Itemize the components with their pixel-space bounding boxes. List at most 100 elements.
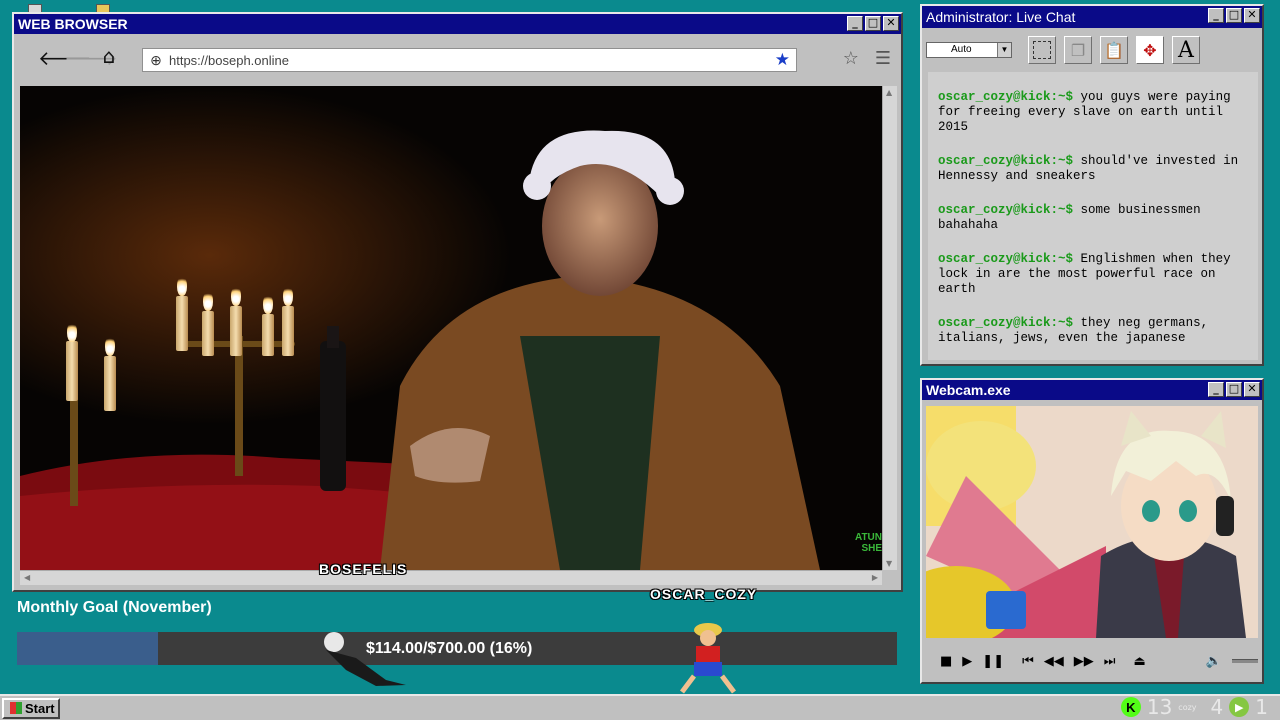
chat-username: oscar_cozy@kick:~$ bbox=[938, 203, 1074, 217]
candelabra bbox=[235, 336, 243, 476]
sprite-runner bbox=[324, 632, 406, 686]
sprite-fighter bbox=[680, 623, 736, 694]
hamburger-menu-icon[interactable]: ☰ bbox=[875, 48, 891, 69]
vertical-scrollbar[interactable]: ▲ ▼ bbox=[882, 86, 897, 570]
candle-flame bbox=[283, 286, 293, 306]
candle bbox=[282, 306, 294, 356]
goal-amount: $114.00/$700.00 (16%) bbox=[366, 640, 533, 657]
streamer-tag: BOSEFELIS bbox=[319, 561, 408, 577]
webcam-titlebar[interactable]: Webcam.exe _ □ ✕ bbox=[922, 380, 1262, 400]
pause-icon[interactable]: ❚❚ bbox=[982, 654, 1004, 669]
browser-window: WEB BROWSER _ □ ✕ 🡐 🡒 ⌂ ⊕ https://boseph… bbox=[12, 12, 903, 592]
candle-flame bbox=[105, 336, 115, 356]
back-arrow-icon[interactable]: 🡐 bbox=[38, 46, 92, 70]
cozy-logo: cozy bbox=[1178, 702, 1197, 712]
volume-icon[interactable]: 🔈 bbox=[1206, 654, 1222, 669]
candle-flame bbox=[263, 294, 273, 314]
rumble-logo-icon: ▶ bbox=[1229, 697, 1250, 717]
star-filled-icon[interactable]: ★ bbox=[775, 50, 790, 70]
dotted-select-icon[interactable] bbox=[1028, 36, 1056, 64]
candle-flame bbox=[177, 276, 187, 296]
candle-flame bbox=[67, 322, 77, 342]
taskbar: Start bbox=[0, 694, 1280, 720]
start-label: Start bbox=[25, 701, 55, 716]
other-viewer-count: 1 bbox=[1255, 695, 1268, 719]
minimize-button[interactable]: _ bbox=[1208, 382, 1224, 397]
candelabra bbox=[70, 386, 78, 506]
candle-flame bbox=[203, 291, 213, 311]
minimize-button[interactable]: _ bbox=[1208, 8, 1224, 23]
close-button[interactable]: ✕ bbox=[883, 16, 899, 31]
system-tray: K 13 cozy 4 ▶ 1 bbox=[1120, 694, 1280, 720]
chat-message: oscar_cozy@kick:~$ Englishmen when they … bbox=[938, 252, 1250, 297]
font-size-value: Auto bbox=[951, 44, 972, 55]
goal-title: Monthly Goal (November) bbox=[17, 599, 212, 616]
rewind-icon[interactable]: ◀◀ bbox=[1044, 654, 1064, 669]
play-icon[interactable]: ▶ bbox=[962, 654, 972, 669]
webcam-view bbox=[926, 406, 1258, 638]
home-icon[interactable]: ⌂ bbox=[96, 44, 122, 68]
media-controls: ■ ▶ ❚❚ ⏮ ◀◀ ▶▶ ⏭ ⏏ 🔈 bbox=[926, 644, 1258, 678]
webcam-title: Webcam.exe bbox=[926, 382, 1011, 398]
stop-icon[interactable]: ■ bbox=[940, 654, 952, 669]
chat-username: oscar_cozy@kick:~$ bbox=[938, 90, 1074, 104]
candle bbox=[202, 311, 214, 356]
browser-navbar: 🡐 🡒 ⌂ ⊕ https://boseph.online ★ ☆ ☰ bbox=[18, 36, 897, 80]
maximize-button[interactable]: □ bbox=[1226, 8, 1242, 23]
skip-back-icon[interactable]: ⏮ bbox=[1022, 654, 1034, 669]
eject-icon[interactable]: ⏏ bbox=[1134, 654, 1146, 669]
font-icon[interactable]: A bbox=[1172, 36, 1200, 64]
close-button[interactable]: ✕ bbox=[1244, 382, 1260, 397]
candle bbox=[66, 341, 78, 401]
copy-icon[interactable]: ❐ bbox=[1064, 36, 1092, 64]
video-watermark: ATUN SHE bbox=[854, 532, 882, 554]
horizontal-scrollbar[interactable]: ◀ ▶ bbox=[20, 570, 882, 585]
candle bbox=[230, 306, 242, 356]
fast-forward-icon[interactable]: ▶▶ bbox=[1074, 654, 1094, 669]
chat-message: oscar_cozy@kick:~$ some businessmen baha… bbox=[938, 203, 1250, 233]
skip-forward-icon[interactable]: ⏭ bbox=[1104, 654, 1116, 669]
candle bbox=[104, 356, 116, 411]
candle bbox=[176, 296, 188, 351]
video-viewport[interactable]: ATUN SHE bbox=[20, 86, 882, 570]
star-outline-icon[interactable]: ☆ bbox=[843, 48, 859, 69]
move-icon[interactable]: ✥ bbox=[1136, 36, 1164, 64]
chat-username: oscar_cozy@kick:~$ bbox=[938, 252, 1074, 266]
chat-log[interactable]: oscar_cozy@kick:~$ you guys were paying … bbox=[928, 72, 1258, 360]
font-size-select[interactable]: Auto ▼ bbox=[926, 42, 1012, 58]
close-button[interactable]: ✕ bbox=[1244, 8, 1260, 23]
chat-message: oscar_cozy@kick:~$ you guys were paying … bbox=[938, 90, 1250, 135]
chat-message: oscar_cozy@kick:~$ they neg germans, ita… bbox=[938, 316, 1250, 346]
volume-slider[interactable] bbox=[1231, 659, 1258, 663]
browser-titlebar[interactable]: WEB BROWSER _ □ ✕ bbox=[14, 14, 901, 34]
kick-logo-icon: K bbox=[1120, 697, 1141, 717]
kick-viewer-count: 13 bbox=[1146, 695, 1173, 719]
paste-icon[interactable]: 📋 bbox=[1100, 36, 1128, 64]
maximize-button[interactable]: □ bbox=[1226, 382, 1242, 397]
browser-title: WEB BROWSER bbox=[18, 16, 128, 32]
webcam-window: Webcam.exe _ □ ✕ ■ ▶ ❚❚ ⏮ ◀◀ ▶▶ ⏭ ⏏ 🔈 bbox=[920, 378, 1264, 684]
chat-username: oscar_cozy@kick:~$ bbox=[938, 154, 1074, 168]
anime-avatar bbox=[926, 406, 1258, 638]
chat-title: Administrator: Live Chat bbox=[926, 9, 1076, 25]
windows-logo-icon bbox=[10, 702, 22, 714]
candle-flame bbox=[231, 286, 241, 306]
chat-window: Administrator: Live Chat _ □ ✕ Auto ▼ ❐ … bbox=[920, 4, 1264, 366]
viewer-tag: OSCAR_COZY bbox=[650, 586, 758, 602]
goal-progress-fill bbox=[17, 632, 158, 665]
minimize-button[interactable]: _ bbox=[847, 16, 863, 31]
chevron-down-icon[interactable]: ▼ bbox=[997, 43, 1011, 57]
chat-message: oscar_cozy@kick:~$ should've invested in… bbox=[938, 154, 1250, 184]
chat-titlebar[interactable]: Administrator: Live Chat _ □ ✕ bbox=[922, 6, 1262, 28]
address-bar[interactable]: ⊕ https://boseph.online ★ bbox=[142, 48, 797, 72]
globe-icon: ⊕ bbox=[150, 51, 162, 68]
chat-username: oscar_cozy@kick:~$ bbox=[938, 316, 1074, 330]
rumble-viewer-count: 4 bbox=[1210, 695, 1224, 719]
url-text: https://boseph.online bbox=[169, 52, 289, 68]
maximize-button[interactable]: □ bbox=[865, 16, 881, 31]
chat-toolbar: Auto ▼ ❐ 📋 ✥ A bbox=[926, 30, 1258, 70]
candle bbox=[262, 314, 274, 356]
forward-arrow-icon[interactable]: 🡒 bbox=[64, 46, 118, 70]
start-button[interactable]: Start bbox=[2, 698, 60, 719]
video-frame bbox=[20, 86, 882, 570]
